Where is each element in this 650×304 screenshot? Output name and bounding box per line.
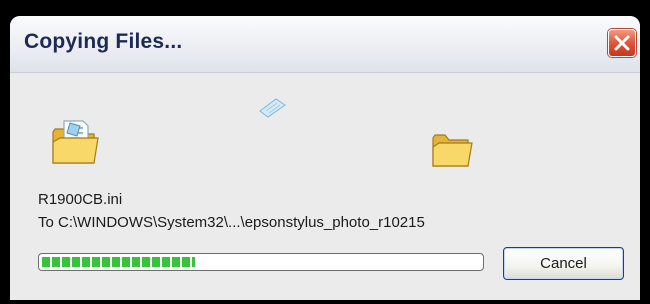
copy-dialog: Copying Files... R1900CB.ini To C:\WINDO… <box>10 16 640 300</box>
folder-icon <box>432 134 473 167</box>
close-icon <box>614 35 630 51</box>
cancel-button[interactable]: Cancel <box>503 247 624 280</box>
copy-progress-bar <box>38 253 484 271</box>
progress-fill <box>42 257 196 267</box>
destination-path: To C:\WINDOWS\System32\...\epsonstylus_p… <box>38 214 425 231</box>
folder-with-document-icon <box>52 120 99 164</box>
dialog-title: Copying Files... <box>24 30 183 53</box>
dialog-body: R1900CB.ini To C:\WINDOWS\System32\...\e… <box>10 73 640 300</box>
current-file-name: R1900CB.ini <box>38 191 123 208</box>
title-bar[interactable]: Copying Files... <box>10 16 640 73</box>
close-button[interactable] <box>608 29 636 57</box>
flying-document-icon <box>259 98 286 118</box>
